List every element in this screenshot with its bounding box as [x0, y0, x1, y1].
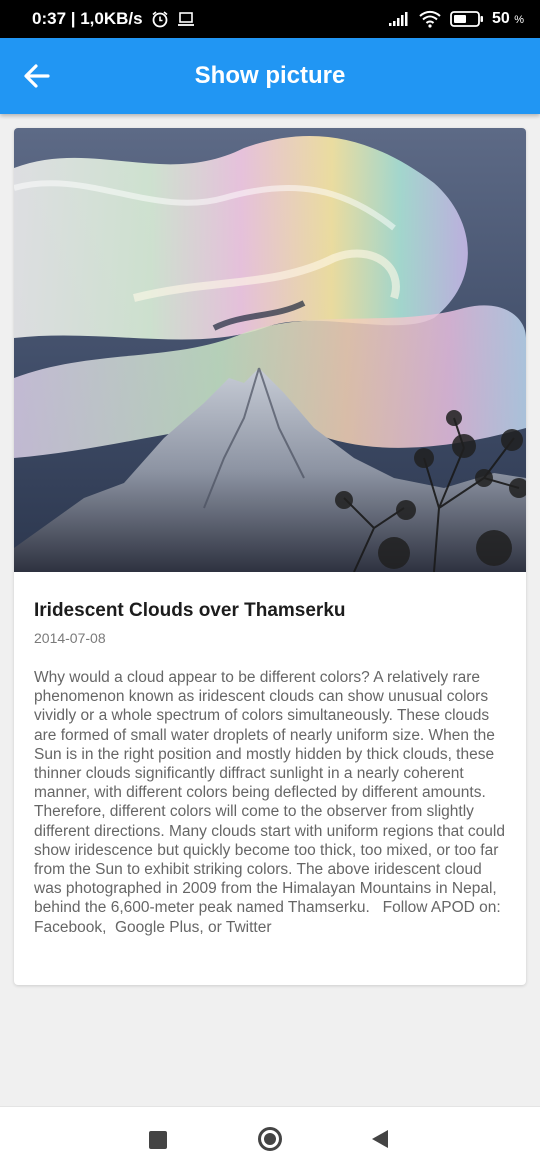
laptop-icon: [177, 12, 194, 26]
status-bar: 0:37 | 1,0KB/s 50 %: [0, 0, 540, 38]
system-back-button[interactable]: [372, 1130, 388, 1148]
status-time-speed: 0:37 | 1,0KB/s: [32, 9, 143, 28]
back-button[interactable]: [22, 62, 54, 90]
arrow-left-icon: [24, 64, 50, 88]
recent-apps-button[interactable]: [149, 1131, 167, 1149]
apod-picture[interactable]: [14, 128, 526, 572]
alarm-icon: [152, 11, 168, 28]
signal-icon: [388, 12, 408, 26]
page-title: Show picture: [194, 62, 346, 89]
app-bar: Show picture: [0, 38, 540, 114]
picture-title: Iridescent Clouds over Thamserku: [34, 600, 346, 621]
status-left: 0:37 | 1,0KB/s: [32, 9, 195, 29]
battery-icon: [450, 11, 483, 27]
system-nav-bar: [0, 1106, 540, 1170]
wifi-icon: [419, 10, 441, 28]
battery-percent: 50 %: [491, 10, 524, 27]
picture-date: 2014-07-08: [34, 630, 106, 646]
picture-card: Iridescent Clouds over Thamserku 2014-07…: [14, 128, 526, 985]
home-button[interactable]: [258, 1127, 282, 1151]
status-right: 50 %: [388, 10, 524, 28]
picture-description: Why would a cloud appear to be different…: [34, 669, 510, 936]
